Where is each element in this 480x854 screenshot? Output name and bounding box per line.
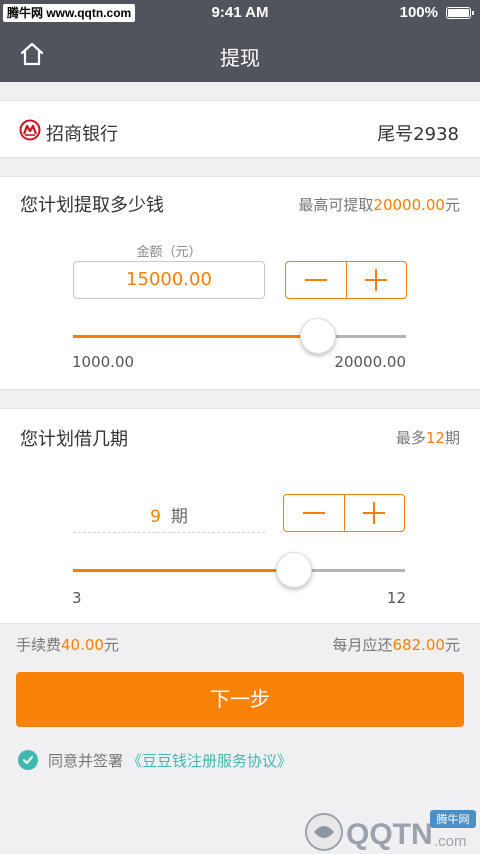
period-slider-min: 3 xyxy=(72,589,82,607)
minus-icon xyxy=(302,512,325,514)
amount-input[interactable]: 15000.00 xyxy=(73,261,265,299)
plus-icon xyxy=(363,502,386,524)
fee-summary: 手续费40.00元 每月应还682.00元 xyxy=(0,624,480,662)
period-max-hint-prefix: 最多 xyxy=(395,429,426,447)
watermark-brand: QQTN xyxy=(346,818,433,851)
fee-value: 40.00 xyxy=(61,636,104,654)
period-increase-button[interactable] xyxy=(343,495,405,531)
amount-decrease-button[interactable] xyxy=(286,262,346,298)
nav-bar: 提现 xyxy=(0,26,480,82)
amount-stepper xyxy=(285,261,407,299)
battery-icon xyxy=(446,7,474,19)
amount-increase-button[interactable] xyxy=(345,262,407,298)
amount-max-value: 20000.00 xyxy=(373,196,445,214)
amount-slider-min: 1000.00 xyxy=(72,353,135,371)
check-icon xyxy=(23,756,33,764)
period-input[interactable]: 9期 xyxy=(73,503,265,533)
fee-suffix: 元 xyxy=(103,636,119,654)
amount-section-title: 您计划提取多少钱 xyxy=(20,195,164,216)
agreement-link[interactable]: 《豆豆钱注册服务协议》 xyxy=(127,750,292,771)
watermark-domain: .com xyxy=(434,833,467,850)
bank-card-row[interactable]: 招商银行 尾号2938 xyxy=(0,100,480,158)
period-section-title: 您计划借几期 xyxy=(20,429,128,450)
card-tail-number: 尾号2938 xyxy=(377,124,459,145)
monthly-suffix: 元 xyxy=(444,636,460,654)
period-unit: 期 xyxy=(170,507,188,527)
period-slider-max: 12 xyxy=(386,589,406,607)
next-step-button[interactable]: 下一步 xyxy=(16,672,464,727)
amount-label: 金额（元） xyxy=(136,245,202,260)
period-slider[interactable] xyxy=(73,569,405,572)
agreement-row: 同意并签署 《豆豆钱注册服务协议》 xyxy=(18,748,292,772)
amount-slider-max: 20000.00 xyxy=(334,353,406,371)
amount-max-hint-suffix: 元 xyxy=(444,196,460,214)
amount-slider-fill xyxy=(73,335,319,338)
period-number: 9 xyxy=(150,507,161,527)
monthly-repayment: 每月应还682.00元 xyxy=(332,634,460,655)
amount-slider[interactable] xyxy=(73,335,406,338)
period-slider-thumb[interactable] xyxy=(276,552,313,588)
period-decrease-button[interactable] xyxy=(284,495,344,531)
cmb-bank-logo-icon xyxy=(19,119,41,141)
period-slider-fill xyxy=(73,569,295,572)
period-max-value: 12 xyxy=(425,429,445,447)
minus-icon xyxy=(304,279,327,281)
amount-section: 您计划提取多少钱 最高可提取20000.00元 金额（元） 15000.00 1… xyxy=(0,176,480,390)
monthly-prefix: 每月应还 xyxy=(332,636,393,654)
period-section: 您计划借几期 最多12期 9期 3 12 xyxy=(0,408,480,624)
fee-prefix: 手续费 xyxy=(16,636,62,654)
amount-max-hint: 最高可提取20000.00元 xyxy=(298,194,460,215)
page-title: 提现 xyxy=(220,46,260,70)
agreement-text: 同意并签署 xyxy=(48,751,124,770)
period-max-hint-suffix: 期 xyxy=(444,429,460,447)
amount-slider-thumb[interactable] xyxy=(300,318,337,354)
amount-max-hint-prefix: 最高可提取 xyxy=(298,196,374,214)
status-bar: 腾牛网 www.qqtn.com 9:41 AM 100% xyxy=(0,0,480,26)
qqtn-watermark-logo: QQTN .com 腾牛网 xyxy=(305,810,476,851)
watermark-tag: 腾牛网 xyxy=(437,812,470,826)
battery-percent: 100% xyxy=(399,4,438,21)
agree-checkbox[interactable] xyxy=(18,750,38,770)
period-stepper xyxy=(283,494,405,532)
service-fee: 手续费40.00元 xyxy=(16,634,119,655)
monthly-value: 682.00 xyxy=(392,636,445,654)
bank-name: 招商银行 xyxy=(46,124,118,145)
period-max-hint: 最多12期 xyxy=(396,427,460,448)
plus-icon xyxy=(365,269,388,291)
